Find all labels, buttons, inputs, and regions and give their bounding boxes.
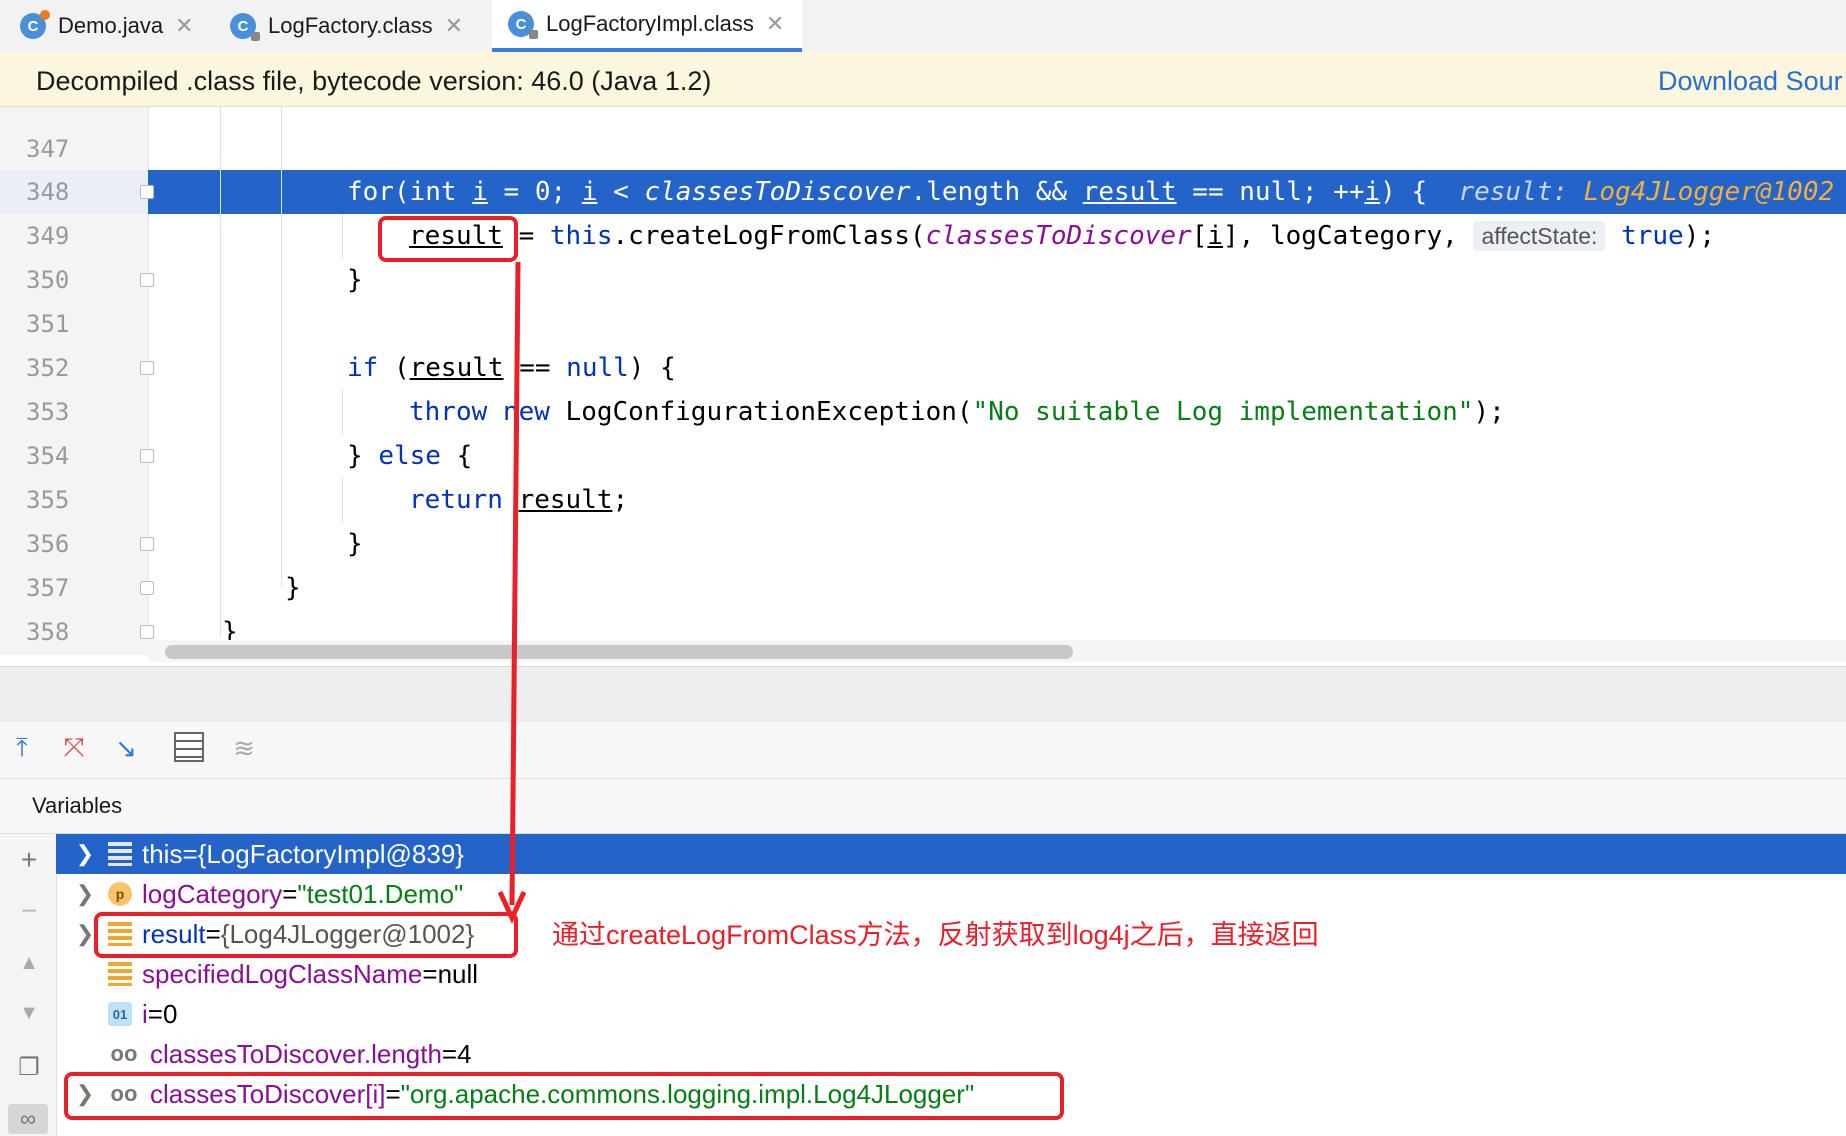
annotation-text: 通过createLogFromClass方法，反射获取到log4j之后，直接返回: [552, 920, 1319, 950]
annotation-arrow: [497, 261, 527, 924]
